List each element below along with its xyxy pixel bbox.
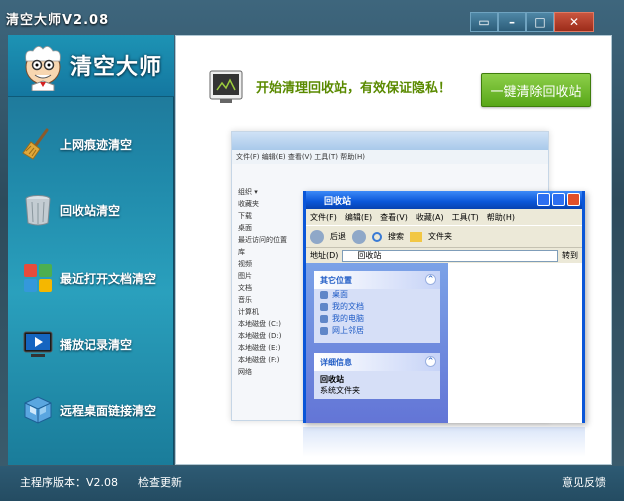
xp-toolbar: 后退 搜索 文件夹 — [306, 225, 582, 247]
window-controls: ▭ – □ ✕ — [470, 12, 594, 32]
sidebar-item-label: 远程桌面链接清空 — [60, 403, 157, 418]
xp-go-label: 转到 — [562, 251, 578, 260]
feedback-link[interactable]: 意见反馈 — [562, 474, 606, 490]
app-window: 清空大师V2.08 ▭ – □ ✕ 清空大师 上网痕迹清空 回收站清空 最近打开… — [0, 0, 624, 501]
logo-text: 清空大师 — [70, 55, 163, 80]
nav-organize: 组织 ▾ — [238, 188, 258, 196]
xp-search-icon — [372, 231, 382, 242]
xp-details-name: 回收站 — [320, 375, 344, 384]
nav-music: 音乐 — [238, 296, 252, 304]
nav-documents: 文档 — [238, 284, 252, 292]
xp-link-desktop: 桌面 — [314, 289, 440, 301]
xp-address-bar: 地址(D) 回收站 转到 — [306, 247, 582, 263]
xp-titlebar: 回收站 — [306, 191, 582, 209]
xp-menu-bar: 文件(F) 编辑(E) 查看(V) 收藏(A) 工具(T) 帮助(H) — [306, 209, 582, 225]
xp-close-icon — [567, 193, 580, 206]
nav-disk-d: 本地磁盘 (D:) — [238, 332, 282, 340]
sidebar-item-remote-desktop[interactable]: 远程桌面链接清空 — [8, 377, 174, 443]
xp-other-places-header: 其它位置 — [320, 276, 352, 285]
clean-recycle-bin-button[interactable]: 一键清除回收站 — [481, 73, 591, 107]
xp-maximize-icon — [552, 193, 565, 206]
recycle-bin-illustration: 文件(F) 编辑(E) 查看(V) 工具(T) 帮助(H) 组织 ▾ 收藏夹 下… — [221, 131, 593, 461]
xp-details-type: 系统文件夹 — [320, 386, 360, 395]
logo: 清空大师 — [8, 35, 174, 97]
remote-desktop-icon — [24, 396, 52, 424]
nav-libraries: 库 — [238, 248, 245, 256]
xp-recycle-bin-window: 回收站 文件(F) 编辑(E) 查看(V) 收藏(A) 工具(T) 帮助(H) … — [303, 191, 585, 423]
xp-menu-tools: 工具(T) — [451, 213, 479, 222]
xp-menu-file: 文件(F) — [310, 213, 337, 222]
xp-back-label: 后退 — [330, 232, 346, 241]
xp-menu-view: 查看(V) — [380, 213, 408, 222]
nav-pictures: 图片 — [238, 272, 252, 280]
sidebar-item-label: 最近打开文档清空 — [60, 271, 157, 286]
xp-menu-favorites: 收藏(A) — [415, 213, 444, 222]
minimize-button[interactable]: – — [498, 12, 526, 32]
recycle-bin-monitor-icon — [209, 70, 243, 103]
xp-body: 其它位置 ^ 桌面 我的文档 我的电脑 网上邻居 详细信息 ^ 回收站 系统文件夹 — [306, 263, 582, 423]
doctor-mascot-icon — [25, 46, 61, 91]
sidebar-item-playback-history[interactable]: 播放记录清空 — [8, 311, 174, 377]
window-reflection — [303, 427, 585, 457]
nav-favorites: 收藏夹 — [238, 200, 259, 208]
nav-downloads: 下载 — [238, 212, 252, 220]
nav-videos: 视频 — [238, 260, 252, 268]
sidebar-item-label: 上网痕迹清空 — [60, 137, 133, 152]
version-label: 主程序版本：V2.08 — [20, 476, 119, 489]
nav-desktop: 桌面 — [238, 224, 252, 232]
sidebar-item-browsing-traces[interactable]: 上网痕迹清空 — [8, 111, 174, 177]
explorer-titlebar — [232, 132, 548, 150]
xp-title: 回收站 — [324, 197, 352, 207]
explorer-nav-pane: 组织 ▾ 收藏夹 下载 桌面 最近访问的位置 库 视频 图片 文档 音乐 计算机… — [238, 186, 308, 378]
close-button[interactable]: ✕ — [554, 12, 594, 32]
xp-folders-label: 文件夹 — [428, 232, 452, 241]
chevron-up-icon: ^ — [425, 274, 436, 285]
nav-network: 网络 — [238, 368, 252, 376]
xp-menu-help: 帮助(H) — [486, 213, 515, 222]
title-bar[interactable]: 清空大师V2.08 ▭ – □ ✕ — [0, 0, 624, 34]
xp-back-icon — [310, 229, 324, 244]
xp-other-places: 其它位置 ^ 桌面 我的文档 我的电脑 网上邻居 — [314, 271, 440, 343]
xp-link-my-documents: 我的文档 — [314, 301, 440, 313]
recycle-bin-icon — [25, 195, 51, 226]
xp-link-my-computer: 我的电脑 — [314, 313, 440, 325]
media-player-icon — [23, 331, 53, 357]
sidebar-item-recent-documents[interactable]: 最近打开文档清空 — [8, 245, 174, 311]
menu-button[interactable]: ▭ — [470, 12, 498, 32]
xp-forward-icon — [352, 229, 366, 244]
explorer-menu: 文件(F) 编辑(E) 查看(V) 工具(T) 帮助(H) — [232, 150, 548, 164]
nav-recent: 最近访问的位置 — [238, 236, 287, 244]
chevron-up-icon: ^ — [425, 356, 436, 367]
nav-computer: 计算机 — [238, 308, 259, 316]
sidebar-item-recycle-bin[interactable]: 回收站清空 — [8, 177, 174, 243]
xp-address-label: 地址(D) — [310, 251, 339, 260]
main-content: 开始清理回收站，有效保证隐私！ 一键清除回收站 文件(F) 编辑(E) 查看(V… — [175, 35, 612, 465]
xp-folder-icon — [410, 231, 422, 242]
sidebar: 清空大师 上网痕迹清空 回收站清空 最近打开文档清空 播放记录清空 远程桌面链接… — [8, 35, 174, 465]
xp-menu-edit: 编辑(E) — [344, 213, 373, 222]
xp-minimize-icon — [537, 193, 550, 206]
xp-link-network: 网上邻居 — [314, 325, 440, 343]
nav-disk-f: 本地磁盘 (F:) — [238, 356, 280, 364]
maximize-button[interactable]: □ — [526, 12, 554, 32]
xp-details-header: 详细信息 — [320, 358, 352, 367]
sidebar-item-label: 播放记录清空 — [60, 337, 133, 352]
headline: 开始清理回收站，有效保证隐私！ — [256, 81, 452, 96]
xp-address-field: 回收站 — [342, 249, 558, 262]
check-update-link[interactable]: 检查更新 — [138, 474, 182, 490]
status-bar: 主程序版本：V2.08 检查更新 意见反馈 — [0, 466, 624, 501]
nav-disk-c: 本地磁盘 (C:) — [238, 320, 281, 328]
app-title: 清空大师V2.08 — [6, 13, 110, 28]
xp-task-pane: 其它位置 ^ 桌面 我的文档 我的电脑 网上邻居 详细信息 ^ 回收站 系统文件夹 — [306, 263, 448, 423]
broom-icon — [22, 128, 49, 160]
sidebar-item-label: 回收站清空 — [60, 203, 121, 218]
documents-icon — [24, 264, 52, 292]
xp-search-label: 搜索 — [388, 232, 404, 241]
nav-disk-e: 本地磁盘 (E:) — [238, 344, 281, 352]
xp-details: 详细信息 ^ 回收站 系统文件夹 — [314, 353, 440, 399]
